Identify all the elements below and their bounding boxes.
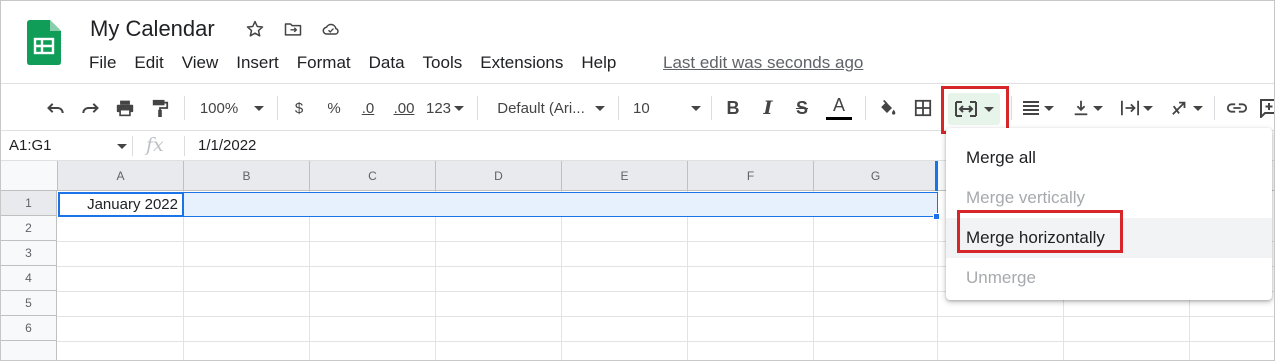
row-header-4[interactable]: 4 [1,266,57,291]
name-box-chevron-icon[interactable] [117,144,127,149]
menu-extensions[interactable]: Extensions [480,53,563,73]
paint-format-icon[interactable] [147,94,173,122]
menu-bar: File Edit View Insert Format Data Tools … [89,53,634,73]
bold-button[interactable]: B [723,94,743,122]
increase-decimal-button[interactable]: .00 [389,94,419,122]
menu-help[interactable]: Help [581,53,616,73]
vertical-align-select[interactable] [1067,94,1107,122]
formula-input[interactable]: 1/1/2022 [198,137,256,154]
document-title[interactable]: My Calendar [90,16,215,42]
row-header-3[interactable]: 3 [1,241,57,266]
row-header-5[interactable]: 5 [1,291,57,316]
column-header-c[interactable]: C [310,161,436,191]
merge-button-highlight-box [941,86,1009,134]
text-color-swatch [826,117,852,120]
menu-tools[interactable]: Tools [423,53,463,73]
row-header-7[interactable] [1,341,57,360]
fill-handle[interactable] [933,213,940,220]
selected-range[interactable] [58,192,938,217]
column-header-a[interactable]: A [58,161,184,191]
text-wrapping-select[interactable] [1115,94,1157,122]
font-family-value: Default (Ari... [497,99,585,117]
column-resize-marker[interactable] [935,161,938,191]
zoom-select[interactable]: 100% [195,94,269,122]
insert-link-icon[interactable] [1224,94,1250,122]
fx-icon: fx [146,134,164,156]
decrease-decimal-label: .0 [361,99,375,117]
font-family-select[interactable]: Default (Ari... [493,94,609,122]
cell-a1[interactable]: January 2022 [58,192,184,217]
row-header-6[interactable]: 6 [1,316,57,341]
menu-edit[interactable]: Edit [134,53,163,73]
menu-format[interactable]: Format [297,53,351,73]
column-header-g[interactable]: G [814,161,938,191]
decrease-decimal-button[interactable]: .0 [355,94,381,122]
move-folder-icon[interactable] [281,17,305,41]
increase-decimal-label: .00 [393,99,415,117]
row-header-2[interactable]: 2 [1,216,57,241]
horizontal-align-select[interactable] [1017,94,1057,122]
name-box[interactable]: A1:G1 [9,137,52,154]
zoom-value: 100% [199,99,239,117]
column-header-d[interactable]: D [436,161,562,191]
redo-icon[interactable] [77,94,103,122]
undo-icon[interactable] [43,94,69,122]
menu-file[interactable]: File [89,53,116,73]
borders-icon[interactable] [911,94,935,122]
app-window: My Calendar File Edit View Insert Format… [0,0,1275,361]
text-color-label: A [832,95,845,115]
more-formats-label: 123 [425,99,452,117]
column-header-f[interactable]: F [688,161,814,191]
sheets-logo-icon[interactable] [27,20,61,65]
select-all-corner[interactable] [1,161,58,191]
menu-insert[interactable]: Insert [236,53,279,73]
merge-horizontally-highlight-box [957,210,1123,253]
italic-button[interactable]: I [758,94,778,122]
toolbar: 100% $ % .0 .00 123 Default (Ari... 10 B… [1,83,1274,131]
last-edit-link[interactable]: Last edit was seconds ago [663,53,863,73]
column-header-e[interactable]: E [562,161,688,191]
font-size-value: 10 [633,99,650,117]
text-color-button[interactable]: A [824,94,854,122]
menu-view[interactable]: View [182,53,219,73]
print-icon[interactable] [112,94,138,122]
strikethrough-button[interactable]: S [791,94,813,122]
currency-format-button[interactable]: $ [289,94,309,122]
column-header-b[interactable]: B [184,161,310,191]
percent-format-button[interactable]: % [323,94,345,122]
text-rotation-select[interactable] [1165,94,1207,122]
more-formats-select[interactable]: 123 [424,94,466,122]
menu-item-unmerge: Unmerge [966,268,1036,287]
insert-comment-icon[interactable] [1259,94,1274,122]
cloud-saved-icon[interactable] [319,17,343,41]
star-icon[interactable] [243,17,267,41]
menu-data[interactable]: Data [369,53,405,73]
font-size-select[interactable]: 10 [633,94,701,122]
fill-color-icon[interactable] [875,94,899,122]
row-header-1[interactable]: 1 [1,191,57,216]
menu-item-merge-all[interactable]: Merge all [946,138,1272,178]
